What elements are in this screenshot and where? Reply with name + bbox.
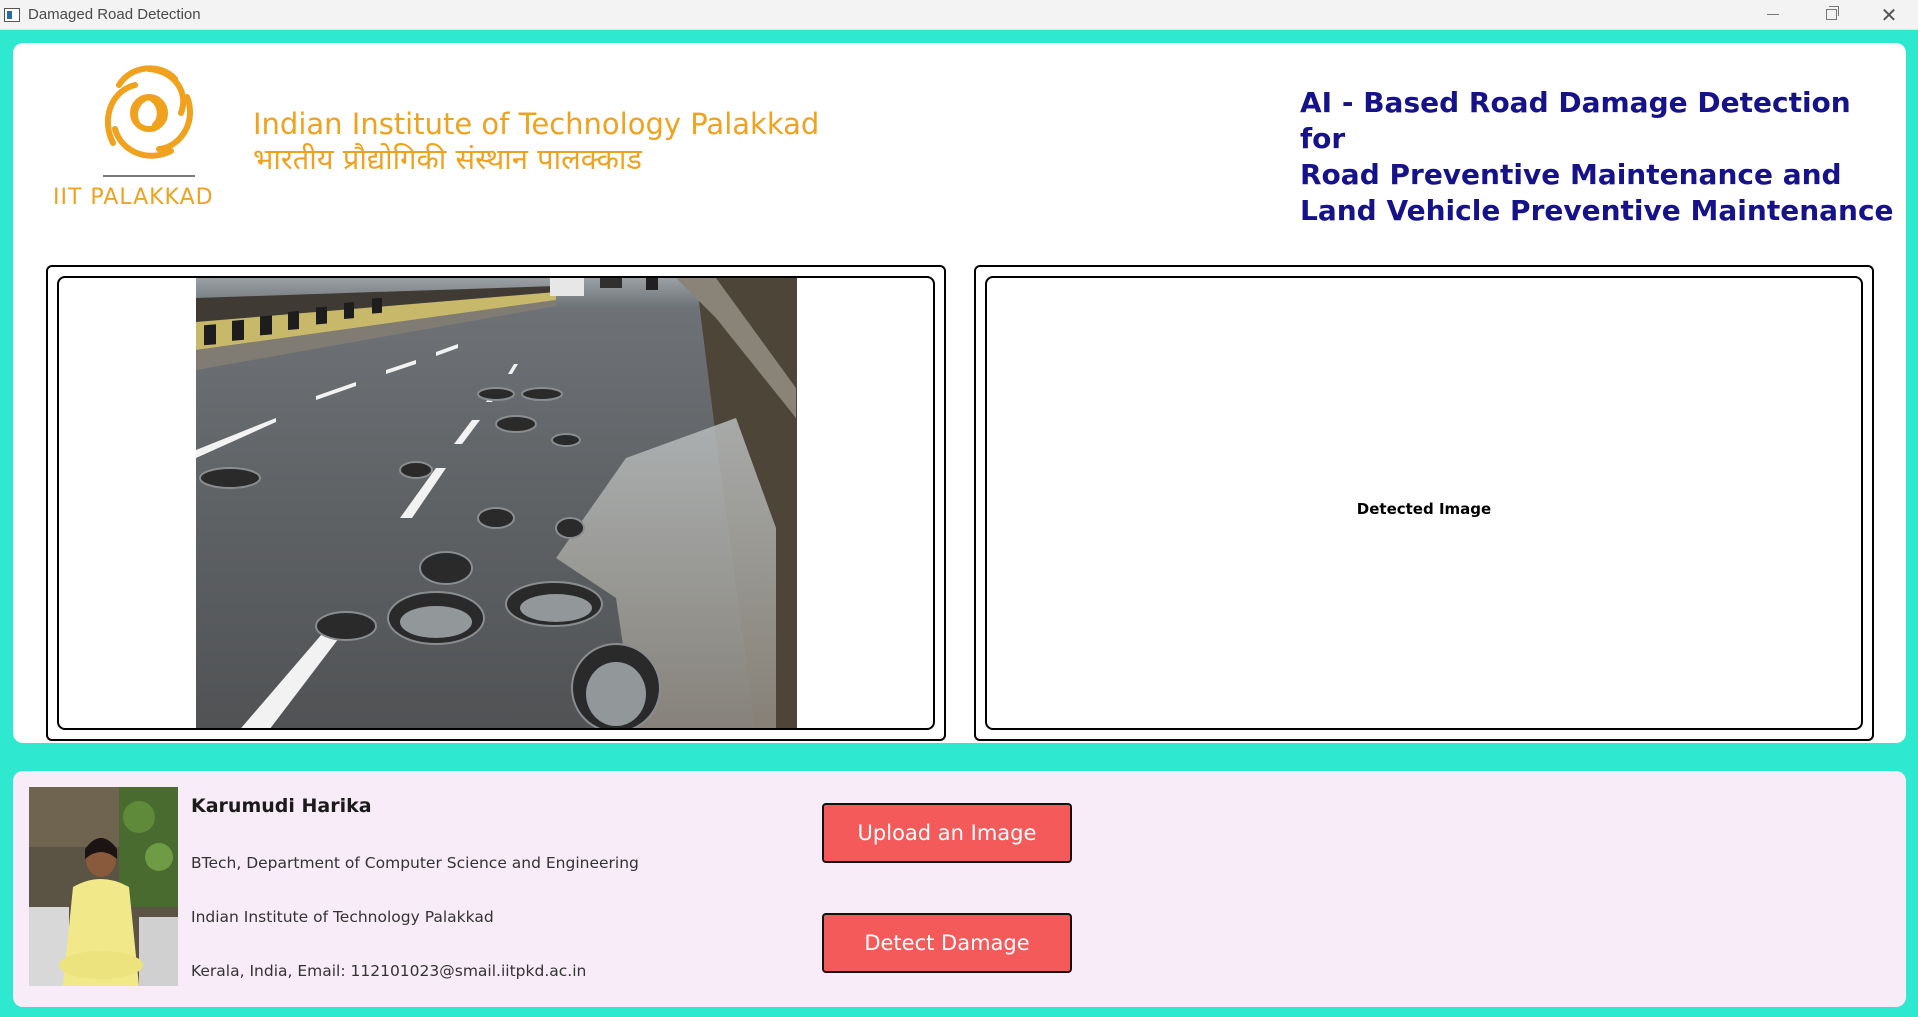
close-button[interactable]: ✕ (1860, 0, 1918, 29)
app-background: IIT PALAKKAD Indian Institute of Technol… (0, 30, 1918, 1017)
logo-knot-icon (104, 65, 194, 159)
author-contact: Kerala, India, Email: 112101023@smail.ii… (191, 962, 587, 980)
project-title-line-1: AI - Based Road Damage Detection for (1300, 86, 1851, 155)
window-title: Damaged Road Detection (28, 6, 201, 23)
project-title-line-2: Road Preventive Maintenance and (1300, 158, 1842, 191)
input-image-frame (46, 265, 946, 741)
detected-image-label: Detected Image (1356, 500, 1492, 518)
iit-palakkad-logo: IIT PALAKKAD (53, 63, 233, 223)
input-image-panel (57, 276, 935, 730)
upload-image-button[interactable]: Upload an Image (822, 803, 1072, 863)
detected-image-panel: Detected Image (985, 276, 1863, 730)
app-window-icon (4, 7, 20, 22)
window-titlebar[interactable]: Damaged Road Detection ✕ (0, 0, 1918, 30)
project-title: AI - Based Road Damage Detection for Roa… (1300, 85, 1900, 229)
author-avatar (29, 787, 178, 986)
close-icon: ✕ (1880, 2, 1898, 27)
institute-name-english: Indian Institute of Technology Palakkad (253, 107, 820, 141)
detected-image-frame: Detected Image (974, 265, 1874, 741)
author-department: BTech, Department of Computer Science an… (191, 854, 639, 872)
logo-text: IIT PALAKKAD (53, 185, 214, 210)
minimize-icon (1767, 14, 1779, 15)
detect-damage-button[interactable]: Detect Damage (822, 913, 1072, 973)
window-controls: ✕ (1744, 0, 1918, 29)
project-title-line-3: Land Vehicle Preventive Maintenance (1300, 194, 1894, 227)
main-panel: IIT PALAKKAD Indian Institute of Technol… (13, 43, 1906, 743)
maximize-button[interactable] (1802, 0, 1860, 29)
author-panel: Karumudi Harika BTech, Department of Com… (13, 771, 1906, 1007)
logo-divider (103, 175, 195, 177)
author-name: Karumudi Harika (191, 795, 372, 817)
author-institute: Indian Institute of Technology Palakkad (191, 908, 494, 926)
minimize-button[interactable] (1744, 0, 1802, 29)
maximize-icon (1825, 6, 1839, 20)
pothole-road-photo (196, 278, 797, 728)
institute-name-hindi: भारतीय प्रौद्योगिकी संस्थान पालक्काड (253, 142, 642, 176)
